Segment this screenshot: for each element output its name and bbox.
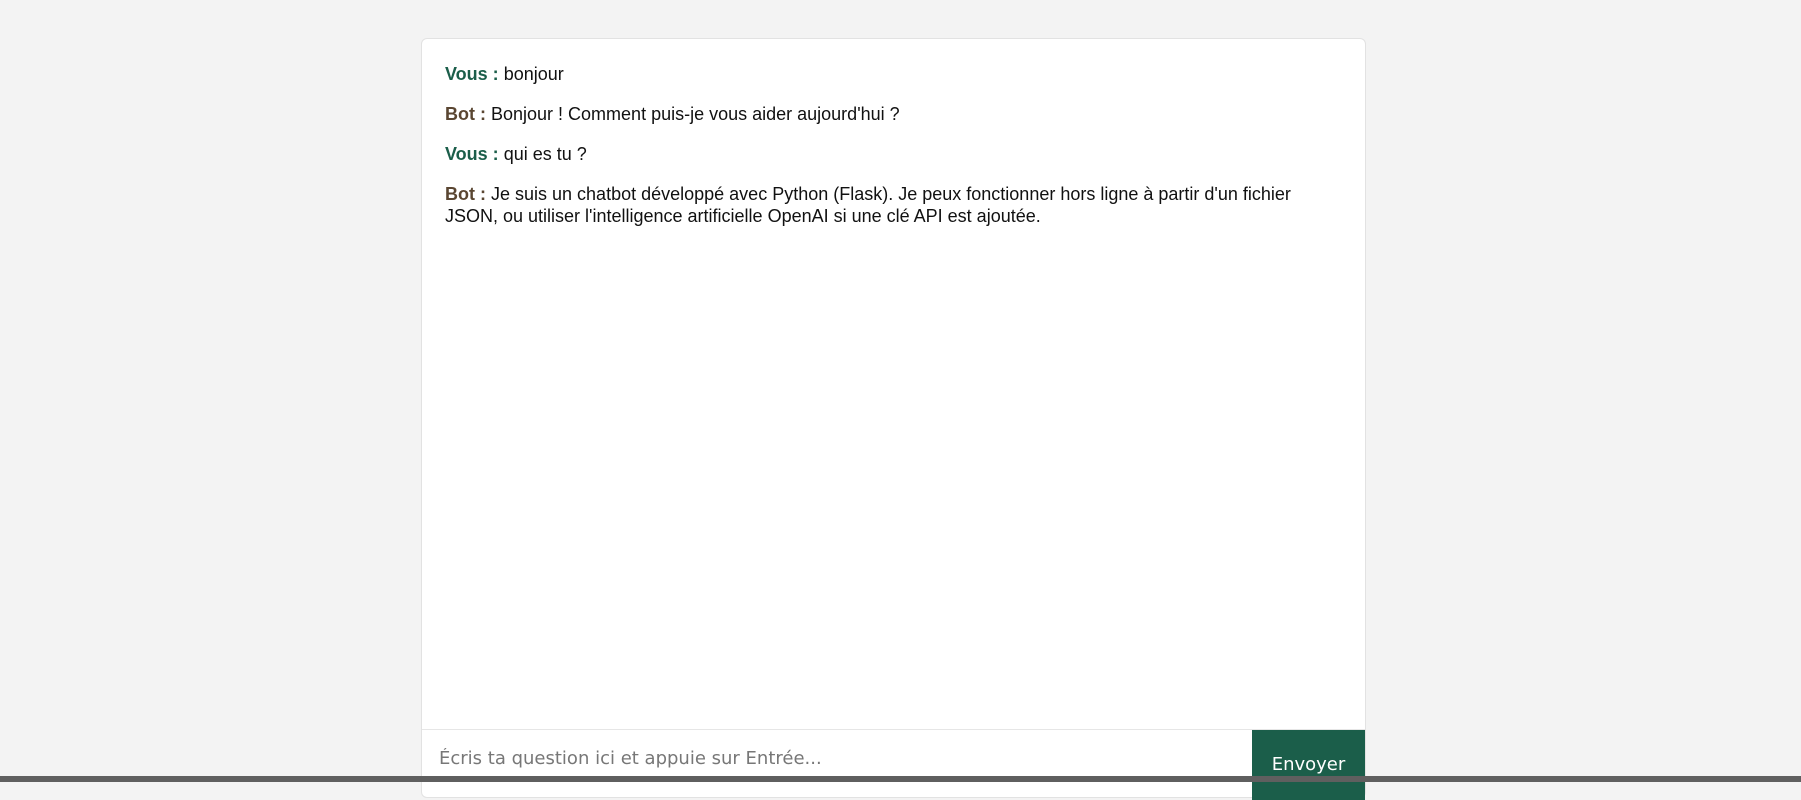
speaker-label: Vous : [445, 64, 499, 84]
message-text: Je suis un chatbot développé avec Python… [445, 184, 1291, 226]
chat-message-bot: Bot : Je suis un chatbot développé avec … [445, 183, 1335, 227]
chat-message-user: Vous : bonjour [445, 63, 1335, 85]
bottom-bar [0, 776, 1801, 782]
message-text: Bonjour ! Comment puis-je vous aider auj… [491, 104, 900, 124]
speaker-label: Bot : [445, 184, 486, 204]
chat-message-bot: Bot : Bonjour ! Comment puis-je vous aid… [445, 103, 1335, 125]
speaker-label: Bot : [445, 104, 486, 124]
message-text: bonjour [503, 64, 564, 84]
send-button[interactable]: Envoyer [1252, 730, 1365, 800]
input-bar: Envoyer [422, 729, 1365, 800]
chat-window: Vous : bonjour Bot : Bonjour ! Comment p… [421, 38, 1366, 800]
speaker-label: Vous : [445, 144, 499, 164]
message-list[interactable]: Vous : bonjour Bot : Bonjour ! Comment p… [445, 63, 1335, 737]
chat-message-user: Vous : qui es tu ? [445, 143, 1335, 165]
message-text: qui es tu ? [503, 144, 587, 164]
